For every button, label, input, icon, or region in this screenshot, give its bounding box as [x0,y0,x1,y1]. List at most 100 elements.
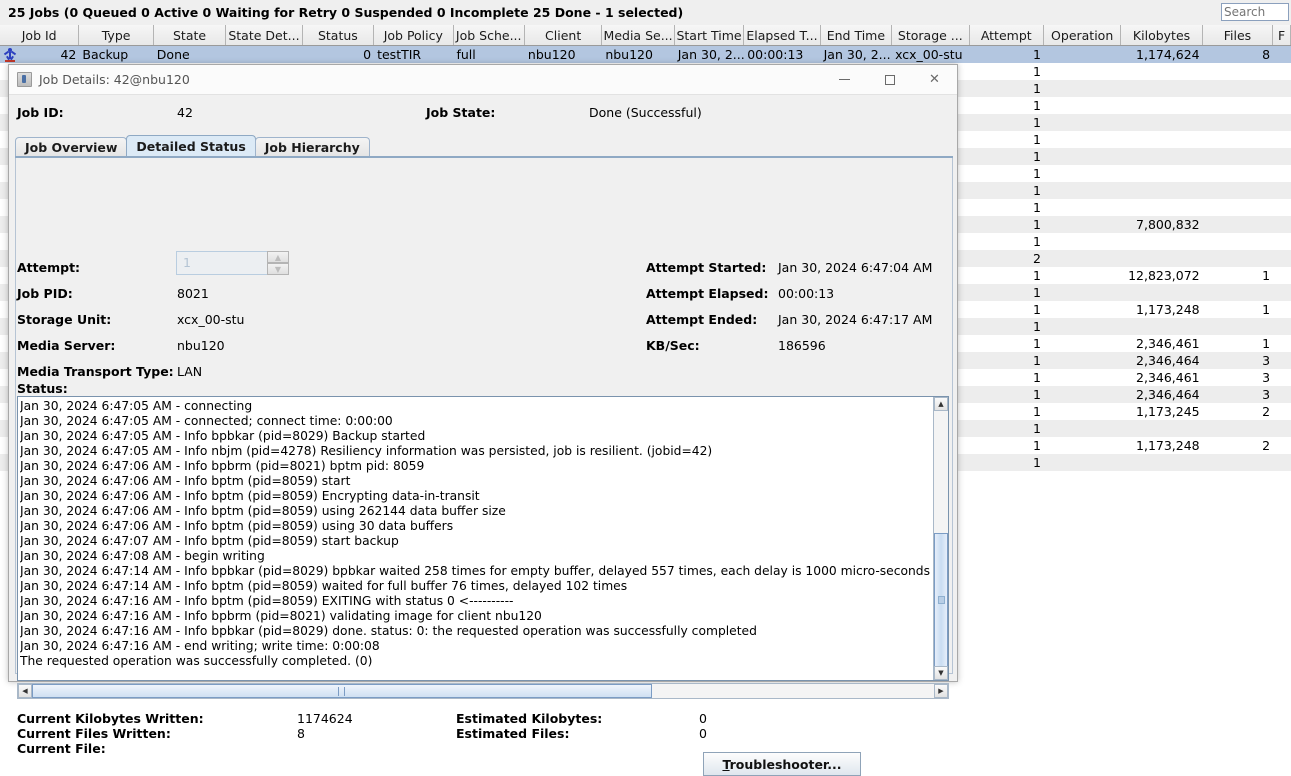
column-header-kilobytes[interactable]: Kilobytes [1121,25,1203,45]
troubleshooter-button[interactable]: Troubleshooter... [703,752,861,776]
table-cell [1121,233,1203,250]
table-cell [1043,165,1122,182]
table-cell: 1 [969,437,1044,454]
table-cell: 2,346,464 [1121,386,1203,403]
table-cell [1273,114,1291,131]
table-cell [1273,335,1291,352]
table-cell [1043,97,1122,114]
column-header-job-id[interactable]: Job Id [0,25,80,45]
table-cell: 3 [1202,369,1274,386]
table-cell [1121,148,1203,165]
spinner-up-icon[interactable]: ▲ [267,251,289,263]
column-header-state-det[interactable]: State Det... [226,25,303,45]
maximize-icon[interactable] [867,65,912,94]
job-running-icon [2,47,18,63]
horizontal-scroll-thumb[interactable] [32,684,652,698]
table-cell: Backup [79,46,154,63]
table-cell [1043,114,1122,131]
current-files-label: Current Files Written: [17,726,171,741]
table-cell [1273,454,1291,471]
table-cell: 42 [0,46,80,63]
field-label-attempt-started: Attempt Started: [646,260,767,275]
table-cell [1043,216,1122,233]
field-label-job-pid: Job PID: [17,286,73,301]
table-cell: 2 [1202,437,1274,454]
table-cell: 1,174,624 [1121,46,1203,63]
status-log-horizontal-scrollbar[interactable]: ◀ ▶ [17,683,949,699]
column-header-job-sche[interactable]: Job Sche... [453,25,525,45]
minimize-icon[interactable] [822,65,867,94]
status-label: Status: [17,381,68,396]
column-header-type[interactable]: Type [79,25,154,45]
status-log-box[interactable]: Jan 30, 2024 6:47:05 AM - connecting Jan … [17,396,949,681]
status-log-line: Jan 30, 2024 6:47:14 AM - Info bpbkar (p… [20,564,930,578]
table-cell [1202,454,1274,471]
status-log-vertical-scrollbar[interactable]: ▲ ▼ [933,397,948,680]
search-input[interactable] [1221,3,1289,21]
scroll-right-icon[interactable]: ▶ [934,684,948,698]
table-cell [1121,454,1203,471]
column-header-end-time[interactable]: End Time [820,25,893,45]
spinner-down-icon[interactable]: ▼ [267,263,289,275]
scroll-down-icon[interactable]: ▼ [934,666,948,680]
column-header-media-se[interactable]: Media Se... [602,25,675,45]
estimated-files-label: Estimated Files: [456,726,570,741]
field-label-media-transport-type: Media Transport Type: [17,364,174,379]
tab-job-overview[interactable]: Job Overview [15,137,128,157]
table-cell: 1 [969,403,1044,420]
jobs-summary-bar: 25 Jobs (0 Queued 0 Active 0 Waiting for… [0,0,1291,26]
table-cell: 1 [969,369,1044,386]
table-cell [1273,437,1291,454]
status-log-line: Jan 30, 2024 6:47:16 AM - end writing; w… [20,639,380,653]
table-cell: 1 [969,114,1044,131]
table-cell: 1 [969,420,1044,437]
attempt-spinner-buttons[interactable]: ▲ ▼ [267,251,289,276]
tab-job-hierarchy[interactable]: Job Hierarchy [254,137,370,157]
table-cell: 1,173,245 [1121,403,1203,420]
job-state-value: Done (Successful) [589,105,702,120]
table-cell [1273,369,1291,386]
status-log-line: Jan 30, 2024 6:47:05 AM - Info bpbkar (p… [20,429,426,443]
table-cell [1043,46,1122,63]
column-header-state[interactable]: State [153,25,227,45]
table-cell [1202,420,1274,437]
current-files-value: 8 [297,726,305,741]
table-cell [1273,318,1291,335]
table-row[interactable]: 42 Backup Done 0 testTIR full nbu120 nbu120 Jan … [0,46,1291,63]
current-file-label: Current File: [17,741,106,756]
status-log-line: Jan 30, 2024 6:47:16 AM - Info bptm (pid… [20,594,514,608]
table-cell [1121,199,1203,216]
close-icon[interactable]: ✕ [912,65,957,94]
scroll-up-icon[interactable]: ▲ [934,397,948,411]
column-header-start-time[interactable]: Start Time [674,25,745,45]
dialog-tabs[interactable]: Job Overview Detailed Status Job Hierarchy [15,135,370,157]
column-header-elapsed-t[interactable]: Elapsed T... [744,25,821,45]
column-header-job-policy[interactable]: Job Policy [374,25,454,45]
table-cell: 1 [969,335,1044,352]
table-cell: 1 [969,284,1044,301]
table-cell: 2 [969,250,1044,267]
dialog-title-bar[interactable]: Job Details: 42@nbu120 ✕ [9,65,957,95]
attempt-spinner-input[interactable]: 1 [176,251,272,275]
column-header-status[interactable]: Status [302,25,375,45]
column-header-operation[interactable]: Operation [1043,25,1122,45]
tab-detailed-status[interactable]: Detailed Status [126,135,256,157]
scroll-left-icon[interactable]: ◀ [18,684,32,698]
table-cell [1043,437,1122,454]
column-header-storage[interactable]: Storage ... [892,25,970,45]
table-cell: 1 [969,131,1044,148]
table-cell [1121,114,1203,131]
table-cell: nbu120 [524,46,603,63]
table-cell [1273,182,1291,199]
column-header-f[interactable]: F [1273,25,1291,45]
table-cell: 1 [969,148,1044,165]
table-cell: 8 [1202,46,1274,63]
field-value-media-server: nbu120 [177,338,225,353]
table-cell [1273,148,1291,165]
table-cell [1043,420,1122,437]
vertical-scroll-thumb[interactable] [934,533,948,671]
column-header-client[interactable]: Client [524,25,603,45]
table-cell: 2,346,461 [1121,369,1203,386]
column-header-files[interactable]: Files [1202,25,1274,45]
column-header-attempt[interactable]: Attempt [969,25,1044,45]
